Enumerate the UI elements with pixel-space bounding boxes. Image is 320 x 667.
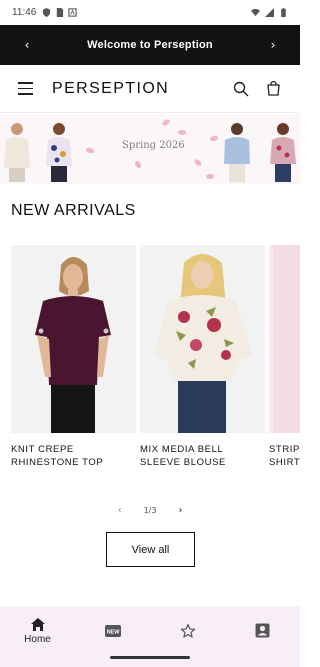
- banner-text: Spring 2026: [122, 140, 185, 151]
- pager-counter: 1/3: [143, 505, 157, 515]
- sim-icon: [57, 7, 64, 17]
- view-all-button[interactable]: View all: [106, 532, 195, 567]
- bottom-navigation: Home NEW: [0, 606, 300, 655]
- status-notification-icons: [42, 7, 77, 17]
- announcement-prev-icon[interactable]: ‹: [20, 38, 34, 52]
- promo-banner[interactable]: Spring 2026: [0, 114, 300, 184]
- product-name[interactable]: STRIPE SHIRT: [269, 443, 300, 469]
- carousel-pager: ‹ 1/3 ›: [0, 500, 300, 520]
- announcement-message: Welcome to Perseption: [87, 39, 213, 51]
- pager-next-icon[interactable]: ›: [178, 505, 182, 516]
- product-card[interactable]: KNIT CREPE RHINESTONE TOP: [11, 245, 136, 469]
- announcement-bar: ‹ Welcome to Perseption ›: [0, 25, 300, 65]
- announcement-next-icon[interactable]: ›: [266, 38, 280, 52]
- product-name[interactable]: MIX MEDIA BELL SLEEVE BLOUSE: [140, 443, 265, 469]
- svg-text:NEW: NEW: [106, 629, 120, 635]
- product-image[interactable]: [11, 245, 136, 433]
- gesture-home-bar[interactable]: [110, 656, 190, 659]
- shield-icon: [43, 7, 51, 17]
- menu-icon[interactable]: [18, 79, 38, 99]
- wifi-icon: [251, 8, 260, 16]
- tab-new[interactable]: NEW: [75, 606, 150, 655]
- home-icon: [30, 617, 45, 631]
- tab-home[interactable]: Home: [0, 606, 75, 655]
- product-image[interactable]: [140, 245, 265, 433]
- model-image: [4, 123, 30, 182]
- status-time: 11:46: [12, 6, 37, 18]
- product-card[interactable]: STRIPE SHIRT: [269, 245, 300, 469]
- account-icon: [255, 623, 270, 638]
- pager-prev-icon[interactable]: ‹: [118, 505, 122, 516]
- product-image[interactable]: [269, 245, 300, 433]
- section-title: NEW ARRIVALS: [11, 202, 136, 219]
- product-carousel[interactable]: KNIT CREPE RHINESTONE TOP MIX MEDIA BELL…: [11, 245, 300, 475]
- star-icon: [180, 623, 195, 638]
- tab-favorites[interactable]: [150, 606, 225, 655]
- tab-account[interactable]: [225, 606, 300, 655]
- model-image: [224, 123, 250, 182]
- cart-icon[interactable]: [265, 80, 282, 97]
- search-icon[interactable]: [233, 81, 249, 97]
- status-system-icons: [251, 7, 288, 17]
- model-image: [46, 123, 72, 182]
- status-bar: 11:46: [0, 0, 300, 24]
- product-name[interactable]: KNIT CREPE RHINESTONE TOP: [11, 443, 136, 469]
- site-logo[interactable]: PERSEPTION: [52, 80, 169, 98]
- battery-icon: [281, 7, 286, 17]
- site-header: PERSEPTION: [0, 65, 300, 113]
- new-badge-icon: NEW: [104, 624, 121, 637]
- model-image: [270, 123, 296, 182]
- app-notification-icon: [68, 7, 77, 17]
- tab-home-label: Home: [24, 633, 51, 645]
- signal-icon: [265, 7, 274, 17]
- product-card[interactable]: MIX MEDIA BELL SLEEVE BLOUSE: [140, 245, 265, 469]
